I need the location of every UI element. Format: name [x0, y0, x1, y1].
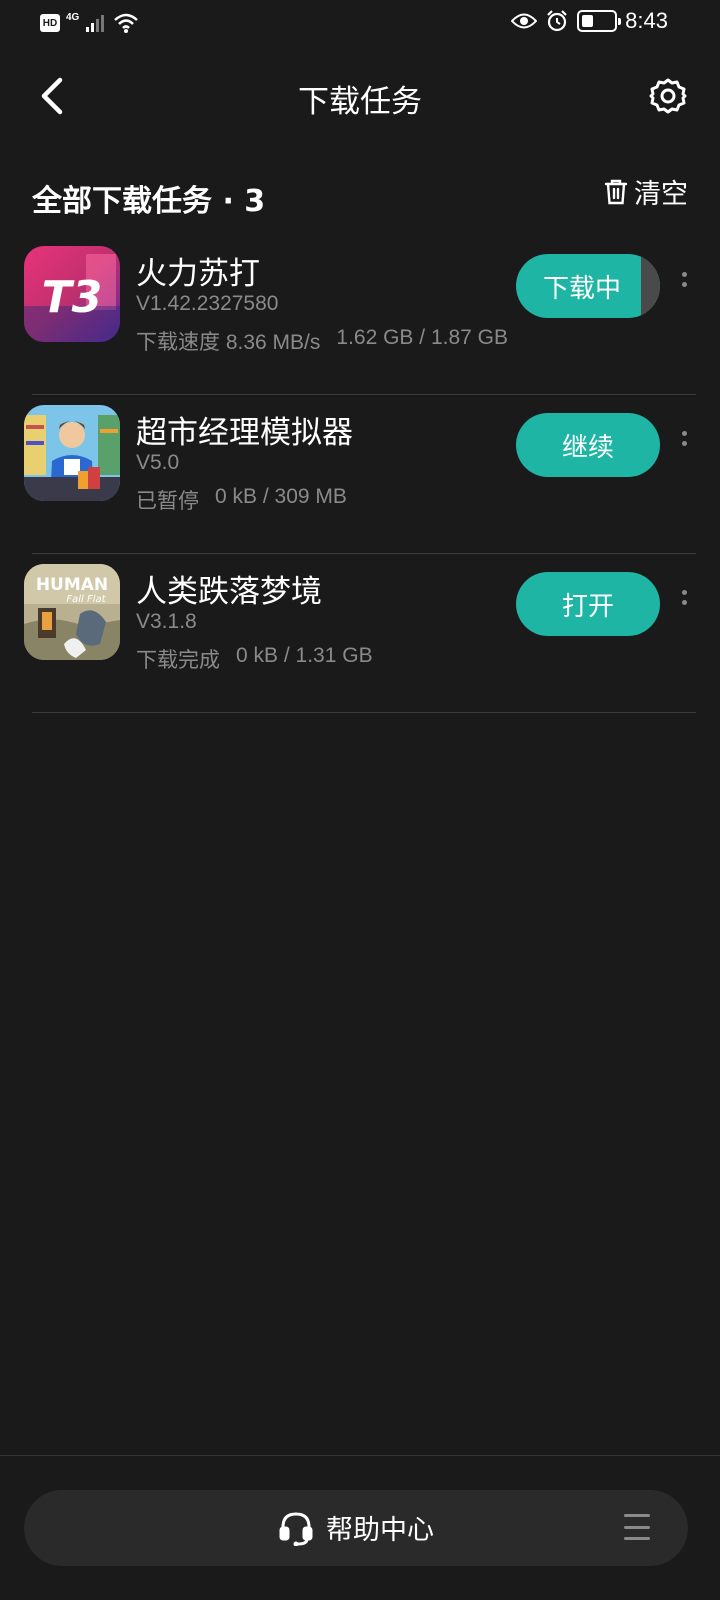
continue-button[interactable]: 继续 — [516, 413, 660, 477]
task-row[interactable]: 超市经理模拟器 V5.0 已暂停 0 kB / 309 MB 继续 — [24, 395, 696, 554]
app-version: V3.1.8 — [136, 610, 197, 633]
clear-label: 清空 — [634, 179, 688, 210]
page-title: 下载任务 — [298, 84, 422, 120]
help-center-button[interactable]: 帮助中心 — [24, 1508, 688, 1547]
status-left: HD 4G — [40, 12, 139, 34]
battery-level — [582, 15, 593, 27]
section-header: 全部下载任务 · 3 清空 — [32, 172, 688, 219]
signal-icon — [86, 15, 105, 32]
network-type: 4G — [66, 11, 80, 23]
download-speed: 下载速度 8.36 MB/s — [136, 331, 321, 354]
battery-icon — [577, 10, 622, 32]
app-icon-image: HUMAN Fall Flat — [24, 564, 120, 660]
hd-badge: HD — [40, 14, 60, 32]
app-icon-text: T3 — [42, 272, 103, 323]
progress-remaining — [640, 254, 660, 318]
downloading-button[interactable]: 下载中 — [516, 254, 660, 318]
status-right: 8:43 — [511, 8, 668, 34]
task-list: T3 火力苏打 V1.42.2327580 下载速度 8.36 MB/s 1.6… — [24, 236, 696, 713]
more-options-icon[interactable] — [676, 590, 692, 614]
footer-divider — [0, 1455, 720, 1456]
app-name: 火力苏打 — [136, 256, 260, 292]
app-icon-huoli: T3 — [24, 246, 120, 342]
help-bar: 帮助中心 — [24, 1490, 688, 1566]
task-row[interactable]: T3 火力苏打 V1.42.2327580 下载速度 8.36 MB/s 1.6… — [24, 236, 696, 395]
action-label: 打开 — [561, 591, 614, 622]
app-status-line: 下载完成 0 kB / 1.31 GB — [136, 644, 373, 674]
status-bar: HD 4G 8:43 — [0, 0, 720, 48]
gear-icon — [649, 78, 687, 114]
app-icon-human-fall-flat: HUMAN Fall Flat — [24, 564, 120, 660]
divider — [32, 712, 696, 713]
open-button[interactable]: 打开 — [516, 572, 660, 636]
app-icon-supermarket — [24, 405, 120, 501]
task-row[interactable]: HUMAN Fall Flat 人类跌落梦境 V3.1.8 下载完成 0 kB … — [24, 554, 696, 713]
download-size: 0 kB / 1.31 GB — [236, 644, 373, 667]
app-icon-subtext: Fall Flat — [66, 594, 106, 605]
app-icon-text: HUMAN — [36, 575, 108, 595]
app-icon-image: T3 — [24, 246, 120, 342]
download-size: 1.62 GB / 1.87 GB — [336, 326, 508, 349]
app-version: V5.0 — [136, 451, 180, 474]
help-label: 帮助中心 — [326, 1515, 434, 1546]
wifi-icon — [114, 13, 139, 33]
clear-button[interactable]: 清空 — [604, 172, 688, 211]
menu-icon[interactable] — [624, 1514, 650, 1540]
alarm-icon — [547, 10, 567, 32]
app-name: 超市经理模拟器 — [136, 415, 353, 451]
section-title: 全部下载任务 · 3 — [32, 184, 266, 219]
more-options-icon[interactable] — [676, 272, 692, 296]
download-status: 下载完成 — [136, 649, 220, 672]
settings-button[interactable] — [646, 74, 690, 118]
app-version: V1.42.2327580 — [136, 292, 279, 315]
headset-icon — [279, 1511, 313, 1546]
download-status: 已暂停 — [136, 490, 199, 513]
action-label: 下载中 — [542, 273, 621, 304]
header: 下载任务 — [0, 56, 720, 136]
action-label: 继续 — [561, 432, 614, 463]
app-name: 人类跌落梦境 — [136, 574, 322, 610]
app-status-line: 下载速度 8.36 MB/s 1.62 GB / 1.87 GB — [136, 326, 508, 356]
download-size: 0 kB / 309 MB — [215, 485, 347, 508]
app-status-line: 已暂停 0 kB / 309 MB — [136, 485, 347, 515]
eye-icon — [511, 13, 538, 29]
app-icon-image — [24, 405, 120, 501]
clock: 8:43 — [625, 8, 668, 33]
more-options-icon[interactable] — [676, 431, 692, 455]
trash-icon — [604, 179, 628, 204]
